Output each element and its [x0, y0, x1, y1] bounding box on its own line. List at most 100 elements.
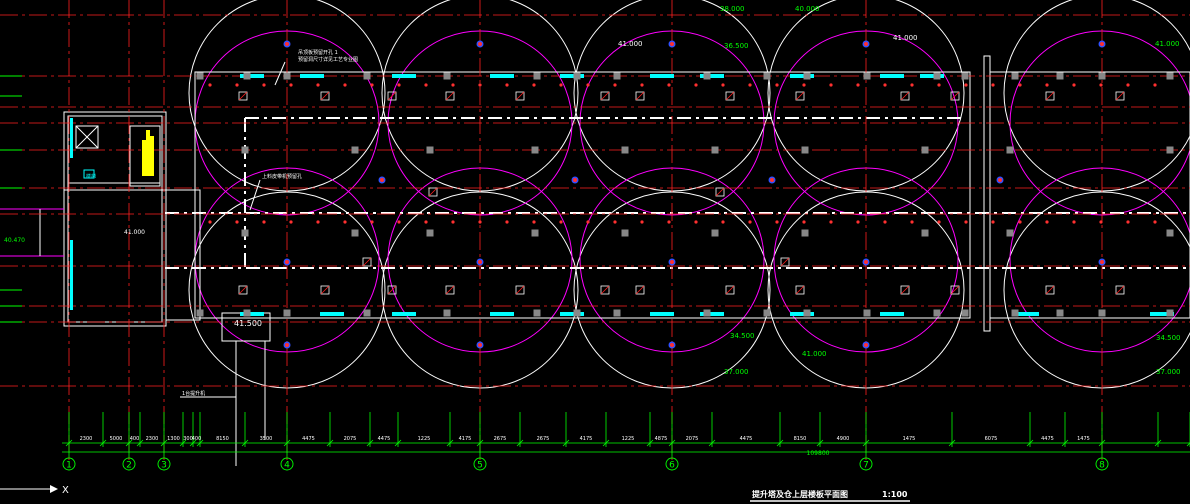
anchor-dot	[1072, 83, 1076, 87]
opening-diagonal	[715, 187, 725, 197]
wall-segment	[1015, 312, 1039, 316]
anchor-dot	[910, 220, 914, 224]
column	[443, 309, 451, 317]
wall-segment	[880, 312, 904, 316]
dimension-text: 4475	[1041, 436, 1054, 442]
column	[243, 309, 251, 317]
opening-diagonal	[428, 187, 438, 197]
anchor-dot	[235, 220, 239, 224]
pipe-point-core	[1100, 42, 1104, 46]
anchor-dot	[586, 220, 590, 224]
opening-diagonal	[795, 91, 805, 101]
anchor-dot	[262, 220, 266, 224]
anchor-dot	[343, 83, 347, 87]
column	[711, 146, 719, 154]
axis-bubble-label: 5	[477, 461, 483, 471]
axis-bubble-label: 7	[863, 461, 869, 471]
opening-diagonal	[320, 91, 330, 101]
dimension-text: 4900	[837, 436, 850, 442]
anchor-dot	[856, 220, 860, 224]
pipe-point-core	[285, 343, 289, 347]
anchor-dot	[586, 83, 590, 87]
column	[763, 72, 771, 80]
column	[283, 309, 291, 317]
axis-bubble-label: 1	[66, 461, 72, 471]
column	[1166, 146, 1174, 154]
dimension-text: 8150	[216, 436, 229, 442]
wall-segment	[650, 74, 674, 78]
anchor-dot	[667, 220, 671, 224]
anchor-dot	[937, 83, 941, 87]
dimension-text: 400	[192, 436, 202, 442]
anchor-dot	[748, 220, 752, 224]
anchor-dot	[262, 83, 266, 87]
anchor-dot	[964, 83, 968, 87]
opening-diagonal	[725, 91, 735, 101]
dimension-text: 5000	[110, 436, 123, 442]
anchor-dot	[505, 83, 509, 87]
opening-diagonal	[635, 91, 645, 101]
anchor-dot	[370, 220, 374, 224]
opening-diagonal	[725, 285, 735, 295]
anchor-dot	[532, 83, 536, 87]
elev-tower: 41.000	[124, 229, 145, 236]
elev-bottom-mid: 41.000	[802, 350, 827, 358]
anchor-points	[208, 40, 1157, 349]
drawing-title: 提升塔及仓上层楼板平面图	[752, 489, 848, 499]
elev-bottom-right: 34.500	[1156, 334, 1181, 342]
anchor-dot	[721, 220, 725, 224]
axis-bubble-label: 6	[669, 461, 675, 471]
column	[711, 229, 719, 237]
anchor-dot	[316, 83, 320, 87]
pipe-point-core	[573, 178, 577, 182]
opening-diagonal	[445, 285, 455, 295]
column	[533, 72, 541, 80]
column	[703, 72, 711, 80]
column	[621, 146, 629, 154]
axis-bubble-label: 4	[284, 461, 290, 471]
wall-segment	[392, 312, 416, 316]
anchor-dot	[748, 83, 752, 87]
column	[573, 309, 581, 317]
column	[573, 72, 581, 80]
column	[961, 309, 969, 317]
pipe-point-core	[285, 42, 289, 46]
anchor-dot	[1126, 220, 1130, 224]
anchor-dot	[532, 220, 536, 224]
ucs-icon: X	[0, 485, 69, 496]
column	[1011, 72, 1019, 80]
anchor-dot	[478, 83, 482, 87]
column	[933, 72, 941, 80]
column	[283, 72, 291, 80]
column	[621, 229, 629, 237]
dimension-text: 2300	[80, 436, 93, 442]
anchor-dot	[613, 220, 617, 224]
opening-diagonal	[1115, 91, 1125, 101]
dimension-text: 4175	[459, 436, 472, 442]
pipe-point-core	[285, 260, 289, 264]
column	[803, 309, 811, 317]
pipe-point-core	[478, 42, 482, 46]
wall-segments	[240, 74, 1174, 316]
opening-diagonal	[635, 285, 645, 295]
note-top-2: 预留洞尺寸详见工艺专业图	[298, 56, 358, 63]
column	[1098, 72, 1106, 80]
column	[363, 309, 371, 317]
elev-bottom-left: 34.500	[730, 332, 755, 340]
anchor-dot	[991, 83, 995, 87]
pipe-point-core	[670, 343, 674, 347]
elev-left-edge: 40.470	[4, 237, 25, 244]
anchor-dot	[559, 83, 563, 87]
anchor-dot	[694, 220, 698, 224]
opening-diagonal	[515, 285, 525, 295]
opening-diagonal	[1045, 91, 1055, 101]
column	[961, 72, 969, 80]
anchor-dot	[424, 83, 428, 87]
anchor-dot	[235, 83, 239, 87]
column	[1098, 309, 1106, 317]
dimension-text: 2675	[537, 436, 550, 442]
column	[533, 309, 541, 317]
dimension-text: 1225	[622, 436, 635, 442]
wall-segment	[392, 74, 416, 78]
anchor-dot	[883, 220, 887, 224]
